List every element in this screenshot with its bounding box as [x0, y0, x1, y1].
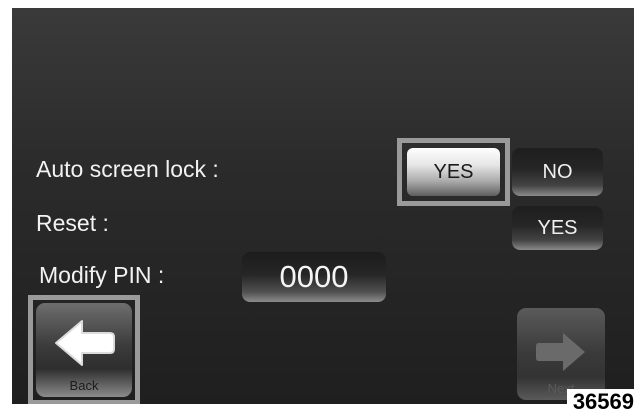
modify-pin-label: Modify PIN : [39, 262, 165, 288]
figure-id-label: 36569 [566, 389, 640, 415]
arrow-right-icon [536, 333, 585, 371]
auto-screen-lock-label: Auto screen lock : [36, 156, 219, 182]
next-button[interactable]: Next [517, 308, 605, 400]
pin-field[interactable]: 0000 [242, 252, 386, 302]
settings-screen: Auto screen lock : YES NO Reset : YES Mo… [12, 8, 634, 404]
auto-lock-no-button[interactable]: NO [512, 148, 603, 196]
reset-yes-button[interactable]: YES [512, 206, 603, 250]
auto-lock-yes-button[interactable]: YES [407, 148, 500, 196]
reset-label: Reset : [36, 210, 109, 236]
arrow-left-icon [55, 320, 115, 366]
back-label: Back [69, 378, 99, 393]
back-button[interactable]: Back [36, 303, 132, 397]
